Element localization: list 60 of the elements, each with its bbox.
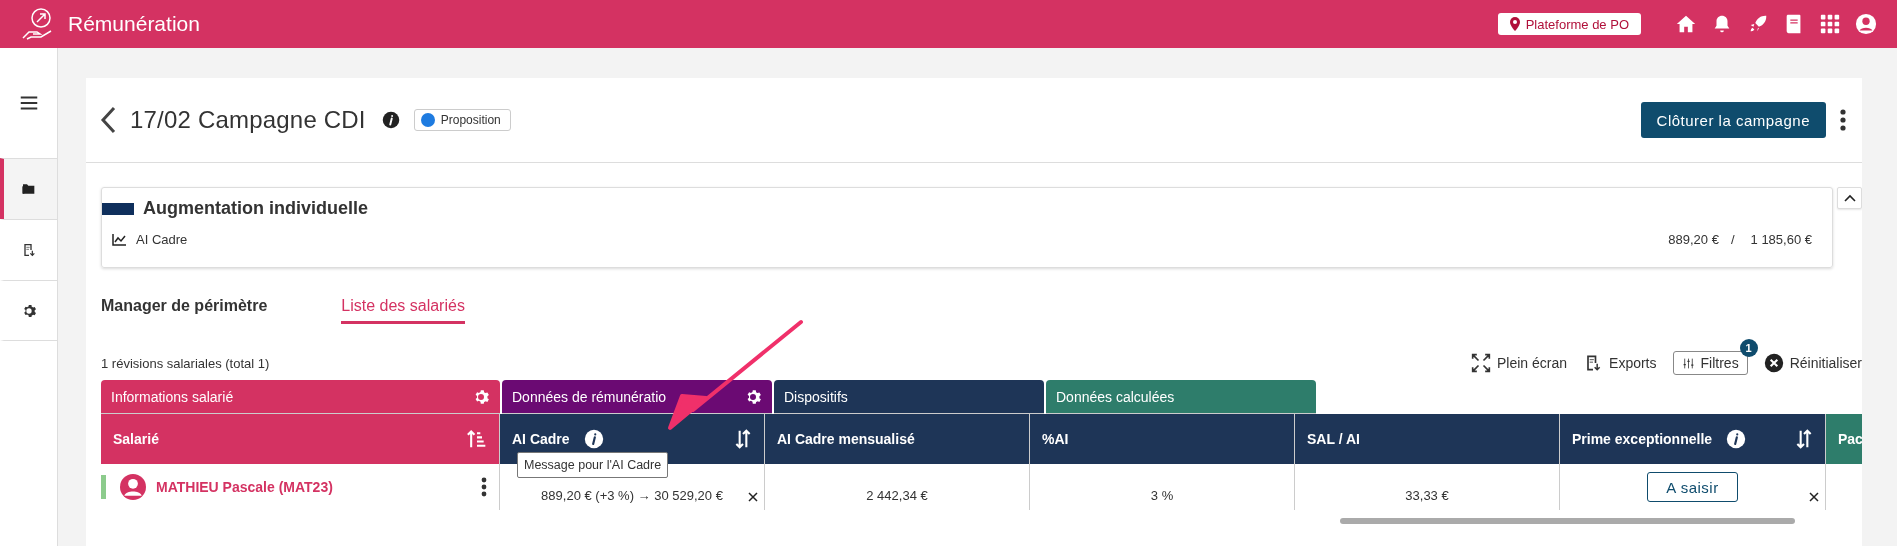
table-cell-text: 3 % (1150, 486, 1174, 503)
table-cell-text: 889,20 € (+3 %) → 30 529,20 € (541, 486, 723, 503)
sidebar-item[interactable] (0, 158, 57, 219)
column-group-header: Informations salarié (101, 380, 500, 414)
column-header[interactable]: Salarié (101, 414, 500, 464)
sliders-icon (1681, 356, 1695, 370)
clear-circle-icon (1763, 353, 1784, 373)
status-badge: Proposition (413, 109, 511, 131)
info-icon[interactable] (381, 111, 400, 129)
home-icon[interactable] (1675, 13, 1697, 35)
close-icon[interactable] (748, 492, 758, 502)
tooltip: Message pour l'AI Cadre (517, 452, 669, 478)
budget-label: AI Cadre (136, 232, 189, 247)
column-group-header: Données de rémunératio (502, 380, 772, 414)
tab[interactable]: Manager de périmètre (101, 296, 268, 324)
folder-icon (20, 181, 37, 197)
user-avatar-icon[interactable] (1855, 13, 1877, 35)
separator: / (1730, 232, 1735, 247)
column-header[interactable]: SAL / AI (1295, 414, 1560, 464)
line-chart-icon (112, 233, 126, 246)
chevron-up-icon (1843, 194, 1856, 202)
column-group-header: Données calculées (1046, 380, 1316, 414)
reset-button[interactable]: Réinitialiser (1763, 353, 1862, 373)
table-cell-text: 2 442,34 € (866, 486, 928, 503)
enter-value-button[interactable]: A saisir (1647, 472, 1738, 502)
summary-title: Augmentation individuelle (143, 198, 368, 219)
export-button[interactable]: Exports (1583, 353, 1657, 373)
fullscreen-button[interactable]: Plein écran (1471, 353, 1568, 373)
horizontal-scrollbar[interactable] (1340, 518, 1795, 524)
location-button[interactable]: Plateforme de PO (1497, 13, 1641, 35)
close-campaign-button[interactable]: Clôturer la campagne (1640, 102, 1826, 138)
column-header[interactable]: Prime exceptionnelle (1560, 414, 1826, 464)
column-header[interactable]: %AI (1030, 414, 1295, 464)
close-icon[interactable] (1809, 492, 1819, 502)
collapse-toggle[interactable] (1837, 187, 1862, 209)
fullscreen-icon (1471, 353, 1491, 373)
color-bar (102, 202, 134, 215)
info-icon[interactable] (1726, 429, 1747, 449)
budget-used: 889,20 € (1668, 232, 1719, 247)
sort-icon[interactable] (1795, 429, 1813, 449)
tab[interactable]: Liste des salariés (341, 296, 465, 324)
column-group-header: Dispositifs (774, 380, 1044, 414)
table-cell-text: 33,33 € (1405, 486, 1449, 503)
budget-total: 1 185,60 € (1750, 232, 1812, 247)
sort-ascending-icon[interactable] (467, 429, 487, 449)
app-title: Rémunération (68, 12, 200, 36)
apps-grid-icon[interactable] (1819, 13, 1841, 35)
results-count: 1 révisions salariales (total 1) (101, 355, 271, 371)
more-icon[interactable] (481, 477, 487, 497)
back-chevron-icon[interactable] (100, 106, 116, 134)
more-icon[interactable] (1840, 109, 1846, 131)
column-header[interactable]: Pac (1826, 414, 1862, 464)
pin-icon (1509, 17, 1520, 31)
user-avatar-icon (120, 474, 146, 500)
column-header[interactable]: AI Cadre mensualisé (765, 414, 1030, 464)
sort-icon[interactable] (734, 429, 752, 449)
count-badge: 1 (1739, 339, 1758, 357)
info-icon[interactable] (583, 429, 604, 449)
employee-name-link[interactable]: MATHIEU Pascale (MAT23) (156, 479, 481, 495)
campaign-title: 17/02 Campagne CDI (130, 106, 366, 134)
